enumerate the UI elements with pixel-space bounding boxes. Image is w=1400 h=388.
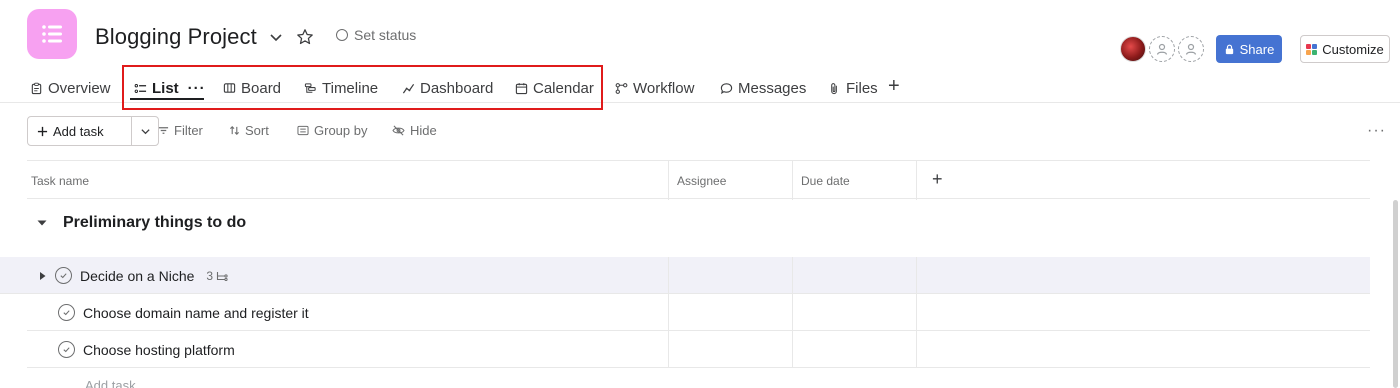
table-row[interactable]: Decide on a Niche 3 bbox=[0, 257, 1370, 294]
plus-icon bbox=[37, 126, 48, 136]
subtask-icon bbox=[217, 271, 228, 281]
section-title[interactable]: Preliminary things to do bbox=[63, 214, 246, 232]
column-header-assignee[interactable]: Assignee bbox=[677, 174, 726, 188]
customize-label: Customize bbox=[1322, 41, 1384, 57]
tab-label: Files bbox=[846, 79, 878, 97]
hide-label: Hide bbox=[410, 123, 437, 138]
star-icon[interactable] bbox=[293, 25, 317, 49]
column-divider bbox=[792, 257, 793, 294]
add-column-plus-icon[interactable]: + bbox=[932, 169, 943, 190]
tab-files[interactable]: Files bbox=[828, 76, 878, 100]
section-header[interactable]: Preliminary things to do bbox=[27, 214, 246, 232]
add-task-dropdown-button[interactable] bbox=[131, 116, 159, 146]
empty-avatar-icon[interactable] bbox=[1178, 36, 1204, 62]
column-divider bbox=[668, 331, 669, 368]
group-icon bbox=[297, 125, 309, 136]
list-toolbar: Add task Filter Sort Group by Hide ··· bbox=[27, 116, 1387, 146]
column-divider bbox=[916, 294, 917, 331]
column-header-task-name[interactable]: Task name bbox=[31, 174, 89, 188]
column-divider bbox=[792, 160, 793, 200]
hide-button[interactable]: Hide bbox=[392, 123, 437, 138]
column-divider bbox=[668, 257, 669, 294]
status-circle-icon bbox=[336, 29, 348, 41]
project-icon[interactable] bbox=[27, 9, 77, 59]
lock-icon bbox=[1225, 44, 1233, 54]
sort-label: Sort bbox=[245, 123, 269, 138]
task-name-cell[interactable]: Choose hosting platform bbox=[58, 341, 235, 358]
table-header: Task name Assignee Due date + bbox=[27, 160, 1370, 199]
column-header-due-date[interactable]: Due date bbox=[801, 174, 850, 188]
tab-overview[interactable]: Overview bbox=[30, 76, 111, 100]
project-title[interactable]: Blogging Project bbox=[95, 24, 257, 50]
column-divider bbox=[916, 257, 917, 294]
filter-label: Filter bbox=[174, 123, 203, 138]
tab-label: Messages bbox=[738, 79, 807, 97]
annotation-highlight-box bbox=[122, 65, 603, 110]
tab-workflow[interactable]: Workflow bbox=[615, 76, 694, 100]
add-task-button[interactable]: Add task bbox=[27, 116, 132, 146]
set-status-label: Set status bbox=[354, 27, 417, 43]
tab-messages[interactable]: Messages bbox=[720, 76, 806, 100]
member-avatars[interactable] bbox=[1120, 36, 1207, 62]
subtask-count-value: 3 bbox=[206, 268, 214, 283]
column-divider bbox=[792, 294, 793, 331]
customize-button[interactable]: Customize bbox=[1300, 35, 1390, 63]
chevron-down-icon[interactable] bbox=[265, 26, 287, 48]
column-divider bbox=[916, 160, 917, 200]
message-icon bbox=[720, 82, 733, 94]
list-icon bbox=[42, 25, 62, 43]
complete-check-icon[interactable] bbox=[55, 267, 72, 284]
clipboard-icon bbox=[31, 82, 42, 94]
subtask-count[interactable]: 3 bbox=[206, 269, 228, 283]
sort-icon bbox=[229, 126, 240, 135]
paperclip-icon bbox=[831, 82, 837, 94]
task-name[interactable]: Choose hosting platform bbox=[83, 342, 235, 358]
customize-grid-icon bbox=[1306, 43, 1318, 55]
column-divider bbox=[668, 294, 669, 331]
tab-label: Workflow bbox=[633, 79, 695, 97]
complete-check-icon[interactable] bbox=[58, 341, 75, 358]
table-row[interactable]: Choose hosting platform bbox=[27, 331, 1370, 368]
filter-icon bbox=[158, 127, 169, 134]
more-options-icon[interactable]: ··· bbox=[1367, 122, 1386, 140]
eye-slash-icon bbox=[392, 125, 405, 136]
complete-check-icon[interactable] bbox=[58, 304, 75, 321]
filter-button[interactable]: Filter bbox=[158, 123, 203, 138]
column-divider bbox=[792, 331, 793, 368]
group-by-button[interactable]: Group by bbox=[297, 123, 367, 138]
add-tab-plus-icon[interactable]: + bbox=[888, 74, 900, 98]
add-task-label: Add task bbox=[53, 123, 104, 139]
chevron-down-icon bbox=[140, 128, 150, 134]
task-name-cell[interactable]: Decide on a Niche 3 bbox=[38, 267, 228, 284]
set-status-button[interactable]: Set status bbox=[336, 27, 416, 43]
tab-label: Overview bbox=[48, 79, 111, 97]
column-divider bbox=[916, 331, 917, 368]
caret-right-icon[interactable] bbox=[38, 271, 47, 281]
sort-button[interactable]: Sort bbox=[229, 123, 269, 138]
share-button[interactable]: Share bbox=[1216, 35, 1282, 63]
vertical-scrollbar[interactable] bbox=[1393, 200, 1398, 388]
share-label: Share bbox=[1239, 41, 1275, 57]
column-divider bbox=[668, 160, 669, 200]
task-name-cell[interactable]: Choose domain name and register it bbox=[58, 304, 309, 321]
workflow-icon bbox=[615, 82, 628, 94]
add-task-inline[interactable]: Add task... bbox=[85, 378, 146, 388]
empty-avatar-icon[interactable] bbox=[1149, 36, 1175, 62]
table-row[interactable]: Choose domain name and register it bbox=[27, 294, 1370, 331]
caret-down-icon[interactable] bbox=[35, 216, 49, 230]
group-by-label: Group by bbox=[314, 123, 368, 138]
task-name[interactable]: Choose domain name and register it bbox=[83, 305, 309, 321]
avatar[interactable] bbox=[1120, 36, 1146, 62]
task-name[interactable]: Decide on a Niche bbox=[80, 268, 194, 284]
